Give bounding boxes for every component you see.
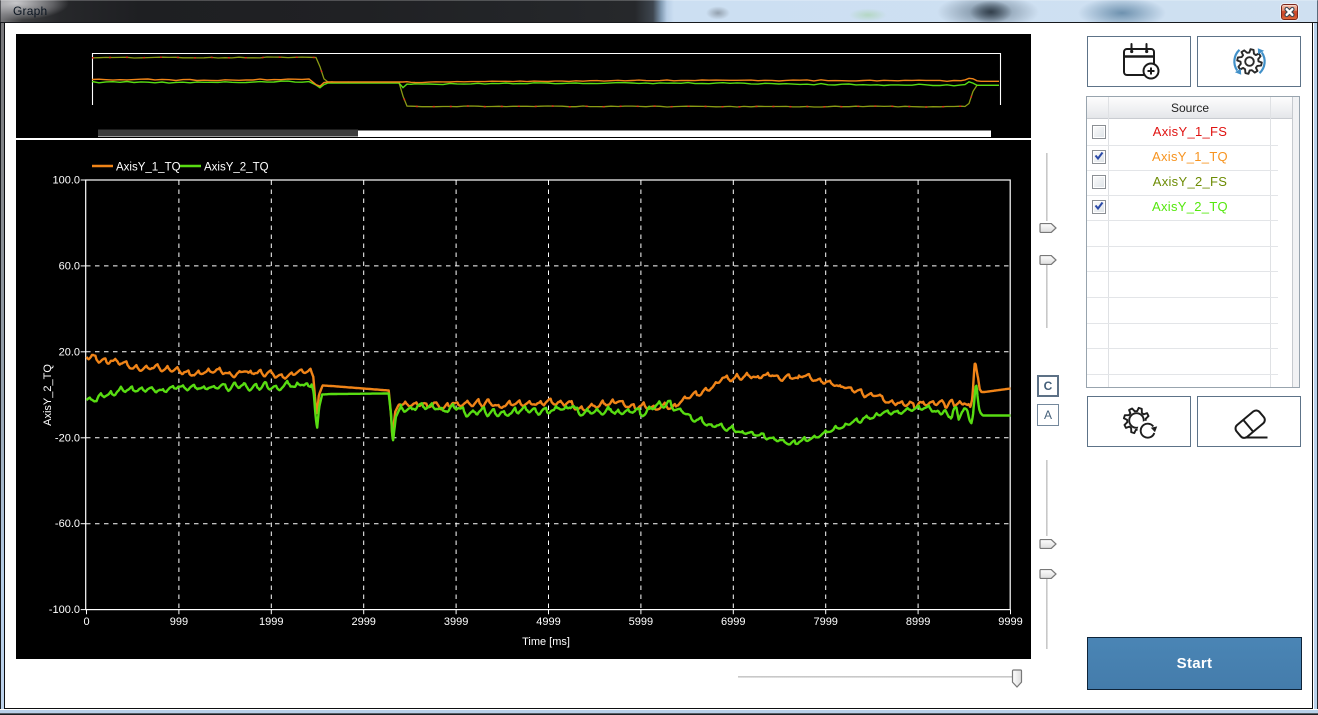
svg-text:9999: 9999 (998, 616, 1022, 628)
svg-text:-60.0: -60.0 (55, 518, 80, 530)
svg-text:8999: 8999 (906, 616, 930, 628)
svg-text:-20.0: -20.0 (55, 432, 80, 444)
svg-text:AxisY_1_TQ: AxisY_1_TQ (116, 162, 181, 174)
svg-text:999: 999 (170, 616, 188, 628)
svg-text:4999: 4999 (536, 616, 560, 628)
svg-text:Time [ms]: Time [ms] (522, 636, 570, 648)
svg-text:60.0: 60.0 (59, 260, 80, 272)
svg-text:100.0: 100.0 (52, 175, 80, 187)
svg-text:5999: 5999 (629, 616, 653, 628)
svg-text:0: 0 (83, 616, 89, 628)
svg-text:AxisY_2_TQ: AxisY_2_TQ (204, 162, 269, 174)
svg-text:20.0: 20.0 (59, 346, 80, 358)
svg-text:2999: 2999 (351, 616, 375, 628)
svg-text:AxisY_2_TQ: AxisY_2_TQ (42, 364, 54, 426)
svg-text:6999: 6999 (721, 616, 745, 628)
svg-text:-100.0: -100.0 (49, 604, 80, 616)
svg-text:1999: 1999 (259, 616, 283, 628)
svg-text:7999: 7999 (813, 616, 837, 628)
svg-text:3999: 3999 (444, 616, 468, 628)
